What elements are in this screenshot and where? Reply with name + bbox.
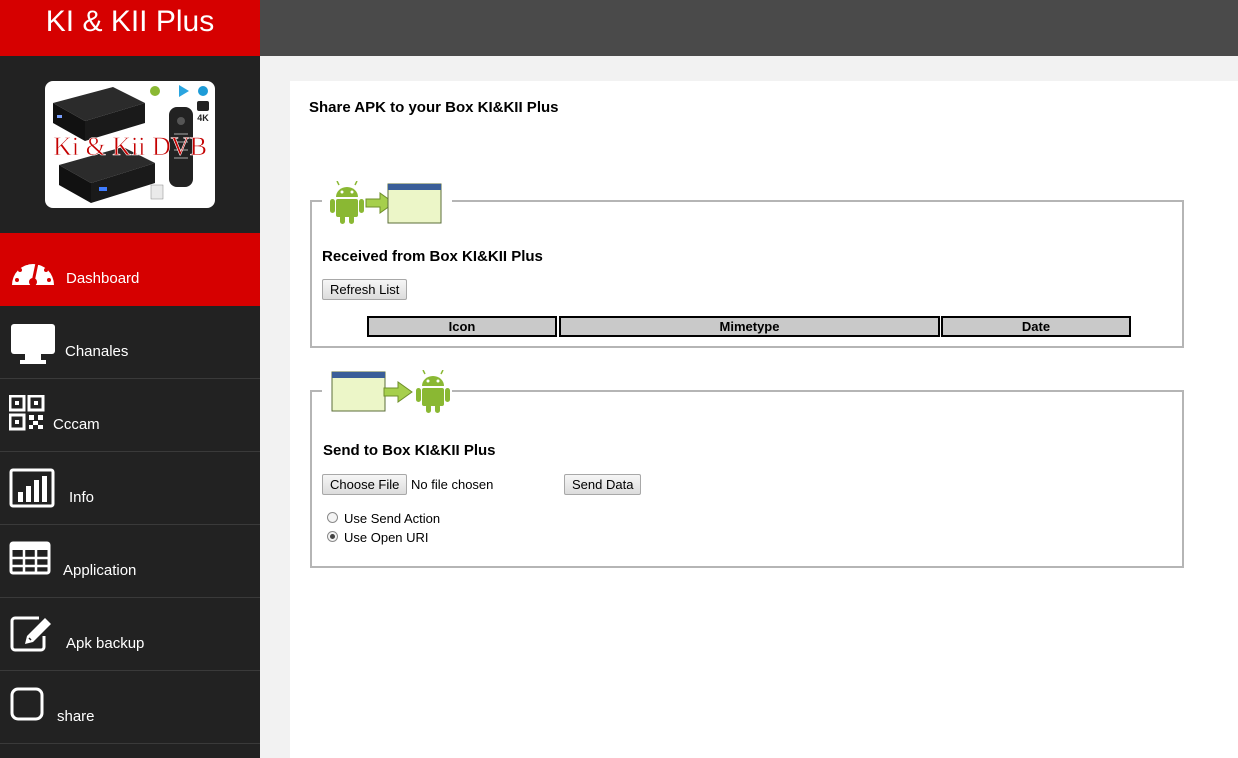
sidebar-item-label: share: [57, 708, 95, 725]
sidebar-item-label: Apk backup: [66, 635, 145, 652]
radio-button[interactable]: [327, 531, 338, 542]
top-bar: [260, 0, 1238, 56]
radio-label: Use Send Action: [344, 511, 441, 526]
logo-text: Ki & Kii DVB: [53, 132, 207, 161]
sidebar-item-apk-backup[interactable]: Apk backup: [0, 598, 260, 671]
product-logo: 4K Ki & Kii DVB: [45, 81, 215, 208]
grid-table-icon: [9, 541, 51, 575]
window-icon: [387, 183, 442, 224]
send-panel: Send to Box KI&KII Plus Choose File No f…: [310, 369, 1184, 568]
checkbox-icon: [10, 687, 44, 721]
android-icon: [416, 369, 450, 413]
sidebar-item-chanales[interactable]: Chanales: [0, 306, 260, 379]
sidebar-item-label: Application: [63, 562, 137, 579]
logo-badge: 4K: [197, 113, 209, 123]
file-status: No file chosen: [411, 477, 494, 492]
speedometer-icon: [12, 261, 54, 286]
bar-chart-icon: [9, 468, 55, 508]
sidebar-item-label: Chanales: [65, 343, 129, 360]
monitor-icon: [11, 324, 55, 364]
choose-file-button[interactable]: Choose File: [322, 474, 408, 495]
sidebar-nav: Dashboard Chanales Cccam Info Applicatio…: [0, 233, 260, 744]
sidebar-item-info[interactable]: Info: [0, 452, 260, 525]
send-illustration: [322, 369, 452, 416]
sidebar-item-cccam[interactable]: Cccam: [0, 379, 260, 452]
radio-button[interactable]: [327, 512, 338, 523]
window-icon: [331, 371, 386, 412]
send-data-button[interactable]: Send Data: [564, 474, 642, 495]
sidebar-item-label: Info: [69, 489, 95, 506]
column-header-date[interactable]: Date: [941, 316, 1131, 337]
sidebar: KI & KII Plus 4K Ki & Kii DVB Dashboard …: [0, 0, 260, 758]
app-title: KI & KII Plus: [0, 0, 260, 56]
product-image: 4K Ki & Kii DVB: [53, 85, 209, 203]
sidebar-item-label: Dashboard: [66, 270, 140, 287]
sidebar-item-label: Cccam: [53, 416, 100, 433]
received-heading: Received from Box KI&KII Plus: [322, 248, 543, 265]
sidebar-item-application[interactable]: Application: [0, 525, 260, 598]
main-content: Share APK to your Box KI&KII Plus Receiv…: [290, 81, 1238, 758]
sidebar-item-dashboard[interactable]: Dashboard: [0, 233, 260, 306]
arrow-right-icon: [383, 381, 413, 403]
received-illustration: [322, 180, 452, 227]
column-header-mimetype[interactable]: Mimetype: [559, 316, 940, 337]
edit-icon: [10, 616, 51, 652]
column-header-icon[interactable]: Icon: [367, 316, 557, 337]
android-icon: [330, 180, 364, 224]
sidebar-item-share[interactable]: share: [0, 671, 260, 744]
received-panel: Received from Box KI&KII Plus Refresh Li…: [310, 180, 1184, 348]
page-title: Share APK to your Box KI&KII Plus: [309, 99, 559, 116]
refresh-list-button[interactable]: Refresh List: [322, 279, 408, 300]
send-heading: Send to Box KI&KII Plus: [323, 442, 496, 459]
qr-code-icon: [9, 395, 45, 431]
radio-label: Use Open URI: [344, 530, 429, 545]
